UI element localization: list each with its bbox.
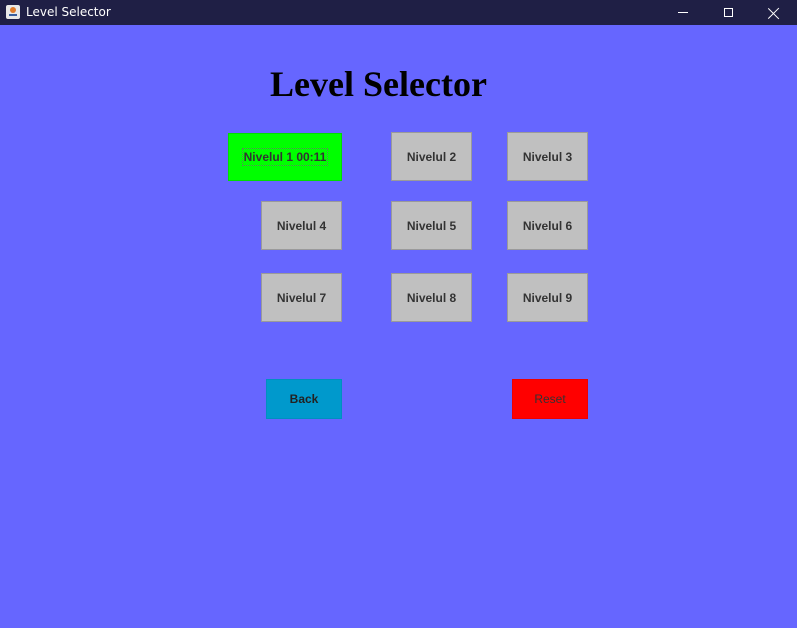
level-7-button[interactable]: Nivelul 7 (261, 273, 342, 322)
level-9-label: Nivelul 9 (522, 290, 573, 305)
window-title: Level Selector (26, 5, 111, 19)
reset-button[interactable]: Reset (512, 379, 588, 419)
level-5-button[interactable]: Nivelul 5 (391, 201, 472, 250)
level-2-button[interactable]: Nivelul 2 (391, 132, 472, 181)
level-selector-panel: Level Selector Nivelul 1 00:11 Nivelul 2… (0, 25, 797, 628)
page-title: Level Selector (0, 63, 757, 105)
maximize-icon (723, 8, 733, 17)
level-2-label: Nivelul 2 (406, 149, 457, 164)
level-6-button[interactable]: Nivelul 6 (507, 201, 588, 250)
level-8-button[interactable]: Nivelul 8 (391, 273, 472, 322)
level-9-button[interactable]: Nivelul 9 (507, 273, 588, 322)
level-4-button[interactable]: Nivelul 4 (261, 201, 342, 250)
reset-button-label: Reset (534, 392, 566, 406)
page-title-text: Level Selector (270, 64, 487, 104)
level-7-label: Nivelul 7 (276, 290, 327, 305)
level-3-label: Nivelul 3 (522, 149, 573, 164)
title-bar: Level Selector (0, 0, 797, 25)
level-8-label: Nivelul 8 (406, 290, 457, 305)
back-button[interactable]: Back (266, 379, 342, 419)
level-5-label: Nivelul 5 (406, 218, 457, 233)
maximize-button[interactable] (705, 0, 751, 25)
minimize-button[interactable] (660, 0, 706, 25)
level-6-label: Nivelul 6 (522, 218, 573, 233)
level-1-label: Nivelul 1 00:11 (241, 148, 329, 166)
level-4-label: Nivelul 4 (276, 218, 327, 233)
close-button[interactable] (751, 0, 797, 25)
level-1-button[interactable]: Nivelul 1 00:11 (228, 133, 342, 181)
back-button-label: Back (289, 392, 319, 406)
minimize-icon (678, 12, 688, 13)
close-icon (768, 7, 780, 19)
level-3-button[interactable]: Nivelul 3 (507, 132, 588, 181)
java-app-icon (6, 5, 20, 19)
